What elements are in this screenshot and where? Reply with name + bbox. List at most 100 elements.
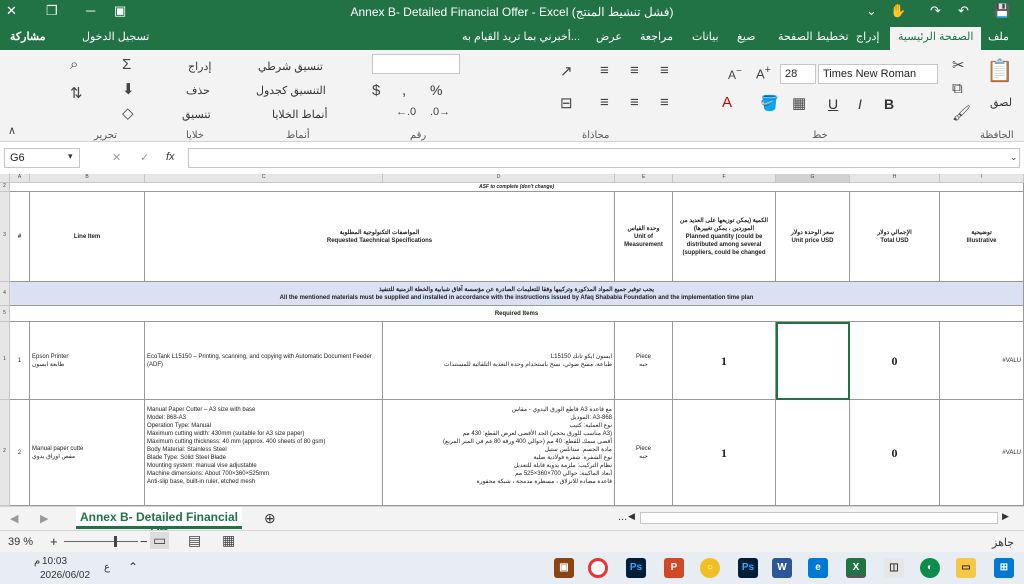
- excel-icon[interactable]: X: [846, 558, 866, 578]
- delete-cells-button[interactable]: حذف: [186, 84, 210, 97]
- merge-center-icon[interactable]: ⊟: [560, 94, 573, 112]
- required-items-cell[interactable]: Required Items: [10, 306, 1024, 322]
- col-header[interactable]: G: [776, 174, 850, 183]
- underline-button[interactable]: U: [828, 96, 838, 112]
- taskbar-app-icon[interactable]: ▣: [554, 558, 574, 578]
- align-middle-icon[interactable]: ≡: [630, 62, 639, 79]
- format-cells-button[interactable]: تنسيق: [182, 108, 211, 121]
- zoom-in-button[interactable]: +: [50, 534, 58, 549]
- worksheet[interactable]: A B C D E F G H I 2 3 4 5 1 2 ASF to com…: [0, 174, 1024, 506]
- tab-formulas[interactable]: صيغ: [737, 30, 756, 43]
- row2-unit[interactable]: Piece حبه: [615, 400, 673, 506]
- file-explorer-icon[interactable]: ◫: [884, 558, 904, 578]
- row-header[interactable]: 5: [0, 306, 10, 322]
- header-unit[interactable]: وحدة القياس Unit of Measurement: [615, 192, 673, 282]
- scroll-left-arrow-icon[interactable]: ◀: [628, 511, 635, 522]
- font-color-icon[interactable]: A: [722, 94, 732, 111]
- enter-icon[interactable]: ✓: [140, 151, 149, 164]
- tab-page-layout[interactable]: تخطيط الصفحة: [778, 30, 849, 43]
- row-header[interactable]: 3: [0, 192, 10, 282]
- row1-num[interactable]: 1: [10, 322, 30, 400]
- undo-icon[interactable]: ↶: [958, 3, 969, 19]
- horizontal-scrollbar[interactable]: [640, 512, 998, 524]
- banner-cell[interactable]: ASF to complete (don't change): [10, 183, 1024, 192]
- bold-button[interactable]: B: [884, 96, 894, 112]
- increase-decimal-icon[interactable]: .0→: [430, 106, 450, 118]
- cell-styles-button[interactable]: أنماط الخلايا: [272, 108, 328, 121]
- header-qty[interactable]: الكمية (يمكن توزيعها على العديد من المور…: [673, 192, 776, 282]
- row1-unit[interactable]: Piece حبه: [615, 322, 673, 400]
- decrease-decimal-icon[interactable]: ←.0: [396, 106, 416, 118]
- clock-date[interactable]: 2026/06/02: [40, 570, 90, 581]
- row1-illustrative[interactable]: #VALU: [940, 322, 1024, 400]
- name-box-dropdown-icon[interactable]: ▾: [68, 151, 73, 162]
- col-header[interactable]: E: [615, 174, 673, 183]
- note-cell[interactable]: يجب توفير جميع المواد المذكورة وتركيبها …: [10, 282, 1024, 306]
- row-header[interactable]: 2: [0, 400, 10, 506]
- collapse-ribbon-icon[interactable]: ∧: [8, 124, 16, 137]
- clock-time[interactable]: 10:03: [42, 556, 67, 567]
- row2-spec-en[interactable]: Manual Paper Cutter – A3 size with base …: [145, 400, 383, 506]
- tab-file[interactable]: ملف: [988, 30, 1009, 43]
- row1-total[interactable]: 0: [850, 322, 940, 400]
- row-header[interactable]: 2: [0, 183, 10, 192]
- qat-dropdown-icon[interactable]: ⌄: [866, 3, 877, 19]
- col-header[interactable]: F: [673, 174, 776, 183]
- folder-icon[interactable]: ▭: [956, 558, 976, 578]
- row1-qty[interactable]: 1: [673, 322, 776, 400]
- borders-icon[interactable]: ▦: [792, 94, 806, 112]
- row2-total[interactable]: 0: [850, 400, 940, 506]
- cancel-icon[interactable]: ✕: [112, 151, 121, 164]
- align-right-icon[interactable]: ≡: [660, 94, 669, 111]
- header-total[interactable]: الإجمالي دولار Total USD: [850, 192, 940, 282]
- page-break-view-icon[interactable]: ▭: [150, 532, 170, 549]
- header-specs[interactable]: المواصفات التكنولوجية المطلوبة Requested…: [145, 192, 615, 282]
- font-shrink-icon[interactable]: A−: [728, 66, 742, 82]
- paste-label[interactable]: لصق: [990, 96, 1012, 109]
- tab-scroll-left-icon[interactable]: ◀: [10, 512, 18, 525]
- start-icon[interactable]: ⊞: [994, 558, 1014, 578]
- font-name-box[interactable]: Times New Roman: [818, 64, 938, 84]
- col-header[interactable]: B: [30, 174, 145, 183]
- insert-function-button[interactable]: fx: [166, 151, 175, 163]
- redo-icon[interactable]: ↷: [930, 3, 941, 19]
- find-select-icon[interactable]: ⌕: [70, 56, 78, 73]
- comma-style-icon[interactable]: ,: [402, 82, 406, 99]
- photoshop-2-icon[interactable]: Ps: [738, 558, 758, 578]
- row-header[interactable]: 4: [0, 282, 10, 306]
- app-circle-icon[interactable]: ◐: [920, 558, 940, 578]
- format-as-table-button[interactable]: التنسيق كجدول: [256, 84, 326, 97]
- zoom-level[interactable]: 39 %: [8, 536, 33, 548]
- fill-icon[interactable]: ⬇: [122, 80, 135, 98]
- col-header[interactable]: A: [10, 174, 30, 183]
- copy-icon[interactable]: ⧉: [952, 80, 963, 97]
- row2-num[interactable]: 2: [10, 400, 30, 506]
- zoom-out-button[interactable]: −: [140, 534, 148, 549]
- select-all-corner[interactable]: [0, 174, 10, 183]
- sign-in-link[interactable]: تسجيل الدخول: [82, 30, 149, 43]
- tab-data[interactable]: بيانات: [692, 30, 719, 43]
- tabs-ellipsis[interactable]: ...: [618, 511, 627, 523]
- header-num[interactable]: #: [10, 192, 30, 282]
- formula-input[interactable]: [188, 148, 1020, 168]
- powerpoint-icon[interactable]: P: [664, 558, 684, 578]
- add-sheet-button[interactable]: ⊕: [264, 510, 276, 527]
- tab-home[interactable]: الصفحة الرئيسية: [890, 27, 982, 50]
- conditional-formatting-button[interactable]: تنسيق شرطي: [258, 60, 323, 73]
- cut-icon[interactable]: ✂: [952, 56, 965, 74]
- header-unit-price[interactable]: سعر الوحدة دولار Unit price USD: [776, 192, 850, 282]
- insert-cells-button[interactable]: إدراج: [188, 60, 211, 73]
- col-header[interactable]: I: [940, 174, 1024, 183]
- tab-scroll-right-icon[interactable]: ▶: [40, 512, 48, 525]
- sheet-tab-active[interactable]: Annex B- Detailed Financial Off: [76, 507, 242, 538]
- save-icon[interactable]: 💾: [994, 3, 1010, 19]
- share-button[interactable]: مشاركة: [10, 30, 46, 43]
- row2-unit-price[interactable]: [776, 400, 850, 506]
- italic-button[interactable]: I: [858, 96, 862, 112]
- tab-review[interactable]: مراجعة: [640, 30, 673, 43]
- orientation-icon[interactable]: ↗: [560, 62, 573, 80]
- align-left-icon[interactable]: ≡: [600, 94, 609, 111]
- language-indicator[interactable]: ع: [104, 562, 110, 573]
- edge-icon[interactable]: e: [808, 558, 828, 578]
- row2-illustrative[interactable]: #VALU: [940, 400, 1024, 506]
